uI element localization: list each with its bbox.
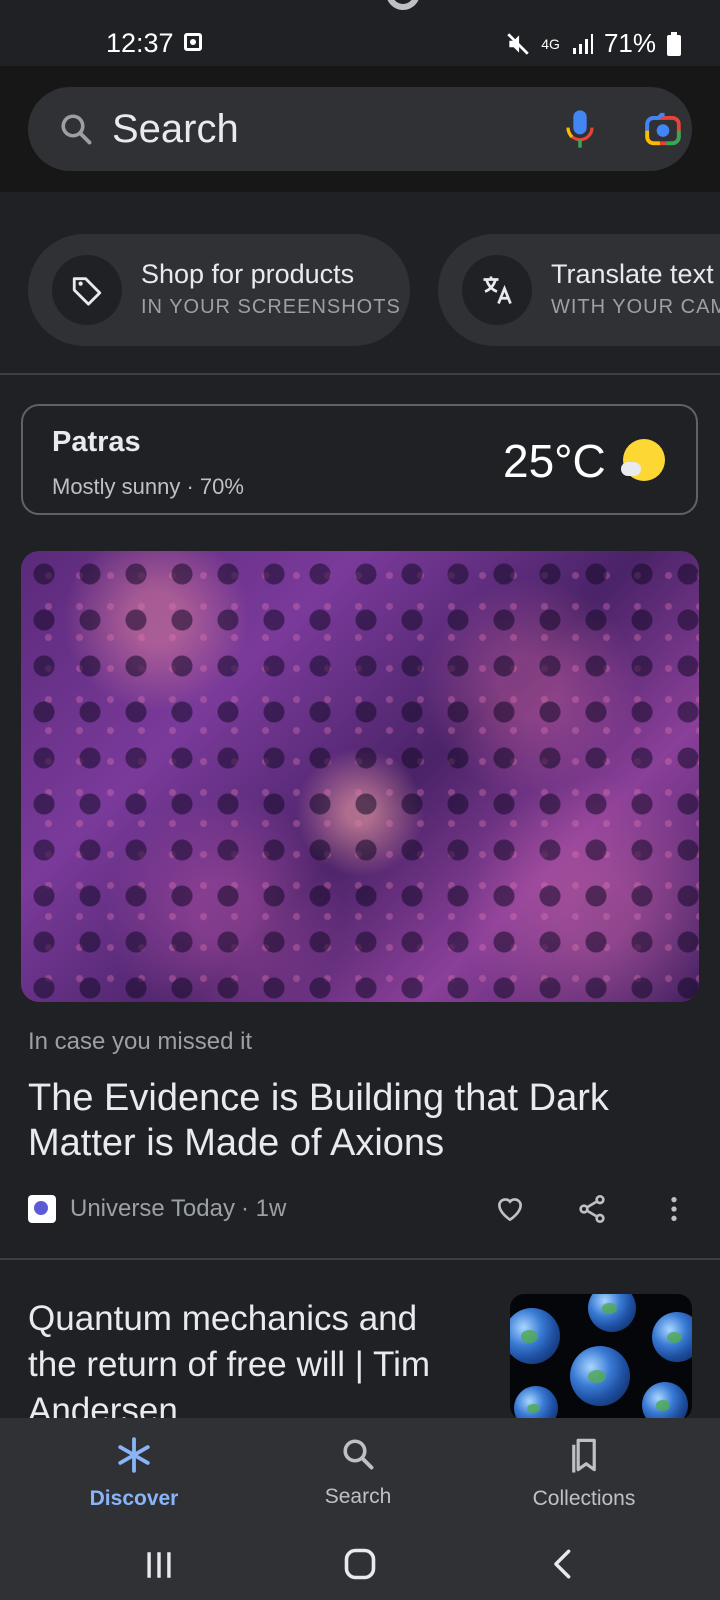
article-kicker: In case you missed it <box>28 1028 253 1055</box>
weather-condition: Mostly sunny · 70% <box>52 474 244 499</box>
status-time: 12:37 <box>106 28 174 58</box>
translate-icon <box>462 255 532 325</box>
signal-icon <box>572 33 593 54</box>
mute-icon <box>507 32 529 55</box>
tab-label: Collections <box>532 1487 636 1510</box>
collections-icon <box>572 1438 596 1473</box>
article-age: · 1w <box>240 1195 287 1222</box>
feed-divider <box>0 1258 720 1260</box>
chip-subtitle: WITH YOUR CAM <box>551 296 720 318</box>
chip-translate-text[interactable]: Translate text WITH YOUR CAM <box>438 234 720 346</box>
weather-city: Patras <box>52 426 141 458</box>
article-image[interactable] <box>21 551 699 1002</box>
google-logo-fragment <box>386 0 420 10</box>
lens-icon[interactable] <box>644 111 682 147</box>
chip-title: Shop for products <box>141 259 355 289</box>
source-name: Universe Today <box>70 1195 235 1222</box>
bottom-navigation: Discover Search Collections <box>0 1418 720 1528</box>
tab-collections[interactable]: Collections <box>494 1436 674 1511</box>
screen-record-icon <box>184 33 202 51</box>
search-placeholder: Search <box>112 107 239 151</box>
planet-shape <box>570 1346 630 1406</box>
article-headline[interactable]: The Evidence is Building that Dark Matte… <box>28 1076 688 1166</box>
cloud-icon <box>621 462 641 476</box>
home-icon[interactable] <box>342 1546 378 1582</box>
battery-percent: 71% <box>603 28 656 58</box>
planet-shape <box>514 1386 558 1420</box>
image-texture <box>21 551 699 1002</box>
tag-icon <box>52 255 122 325</box>
chip-title: Translate text <box>551 259 714 289</box>
status-indicators: 4G 71% <box>505 28 682 59</box>
tab-label: Discover <box>89 1487 179 1510</box>
article-thumbnail[interactable] <box>510 1294 692 1420</box>
source-logo <box>28 1195 56 1223</box>
system-navigation <box>0 1528 720 1600</box>
asterisk-icon <box>118 1437 150 1473</box>
search-icon <box>343 1439 374 1470</box>
status-bar: 12:37 4G 71% <box>0 0 720 66</box>
tab-discover[interactable]: Discover <box>44 1436 224 1511</box>
share-icon[interactable] <box>576 1193 608 1225</box>
chip-subtitle: IN YOUR SCREENSHOTS <box>141 296 401 318</box>
suggestion-chips: Shop for products IN YOUR SCREENSHOTS Tr… <box>0 192 720 375</box>
more-vert-icon[interactable] <box>658 1193 690 1225</box>
planet-shape <box>652 1312 692 1362</box>
article-headline[interactable]: Quantum mechanics and the return of free… <box>28 1296 468 1434</box>
mic-icon[interactable] <box>564 109 596 149</box>
planet-shape <box>642 1382 688 1420</box>
search-icon <box>61 114 92 145</box>
network-type: 4G <box>541 35 560 52</box>
back-icon[interactable] <box>546 1546 580 1582</box>
chip-shop-products[interactable]: Shop for products IN YOUR SCREENSHOTS <box>28 234 410 346</box>
recents-icon[interactable] <box>142 1548 176 1582</box>
search-header: Search <box>0 66 720 192</box>
tab-label: Search <box>324 1485 392 1508</box>
search-bar[interactable]: Search <box>28 87 692 171</box>
battery-icon <box>667 31 681 56</box>
planet-shape <box>510 1308 560 1364</box>
planet-shape <box>588 1294 636 1332</box>
weather-temperature: 25°C <box>503 435 606 487</box>
tab-search[interactable]: Search <box>268 1436 448 1509</box>
article-source: Universe Today · 1w <box>28 1195 286 1223</box>
heart-icon[interactable] <box>494 1193 526 1225</box>
weather-card[interactable]: Patras Mostly sunny · 70% 25°C <box>21 404 698 515</box>
